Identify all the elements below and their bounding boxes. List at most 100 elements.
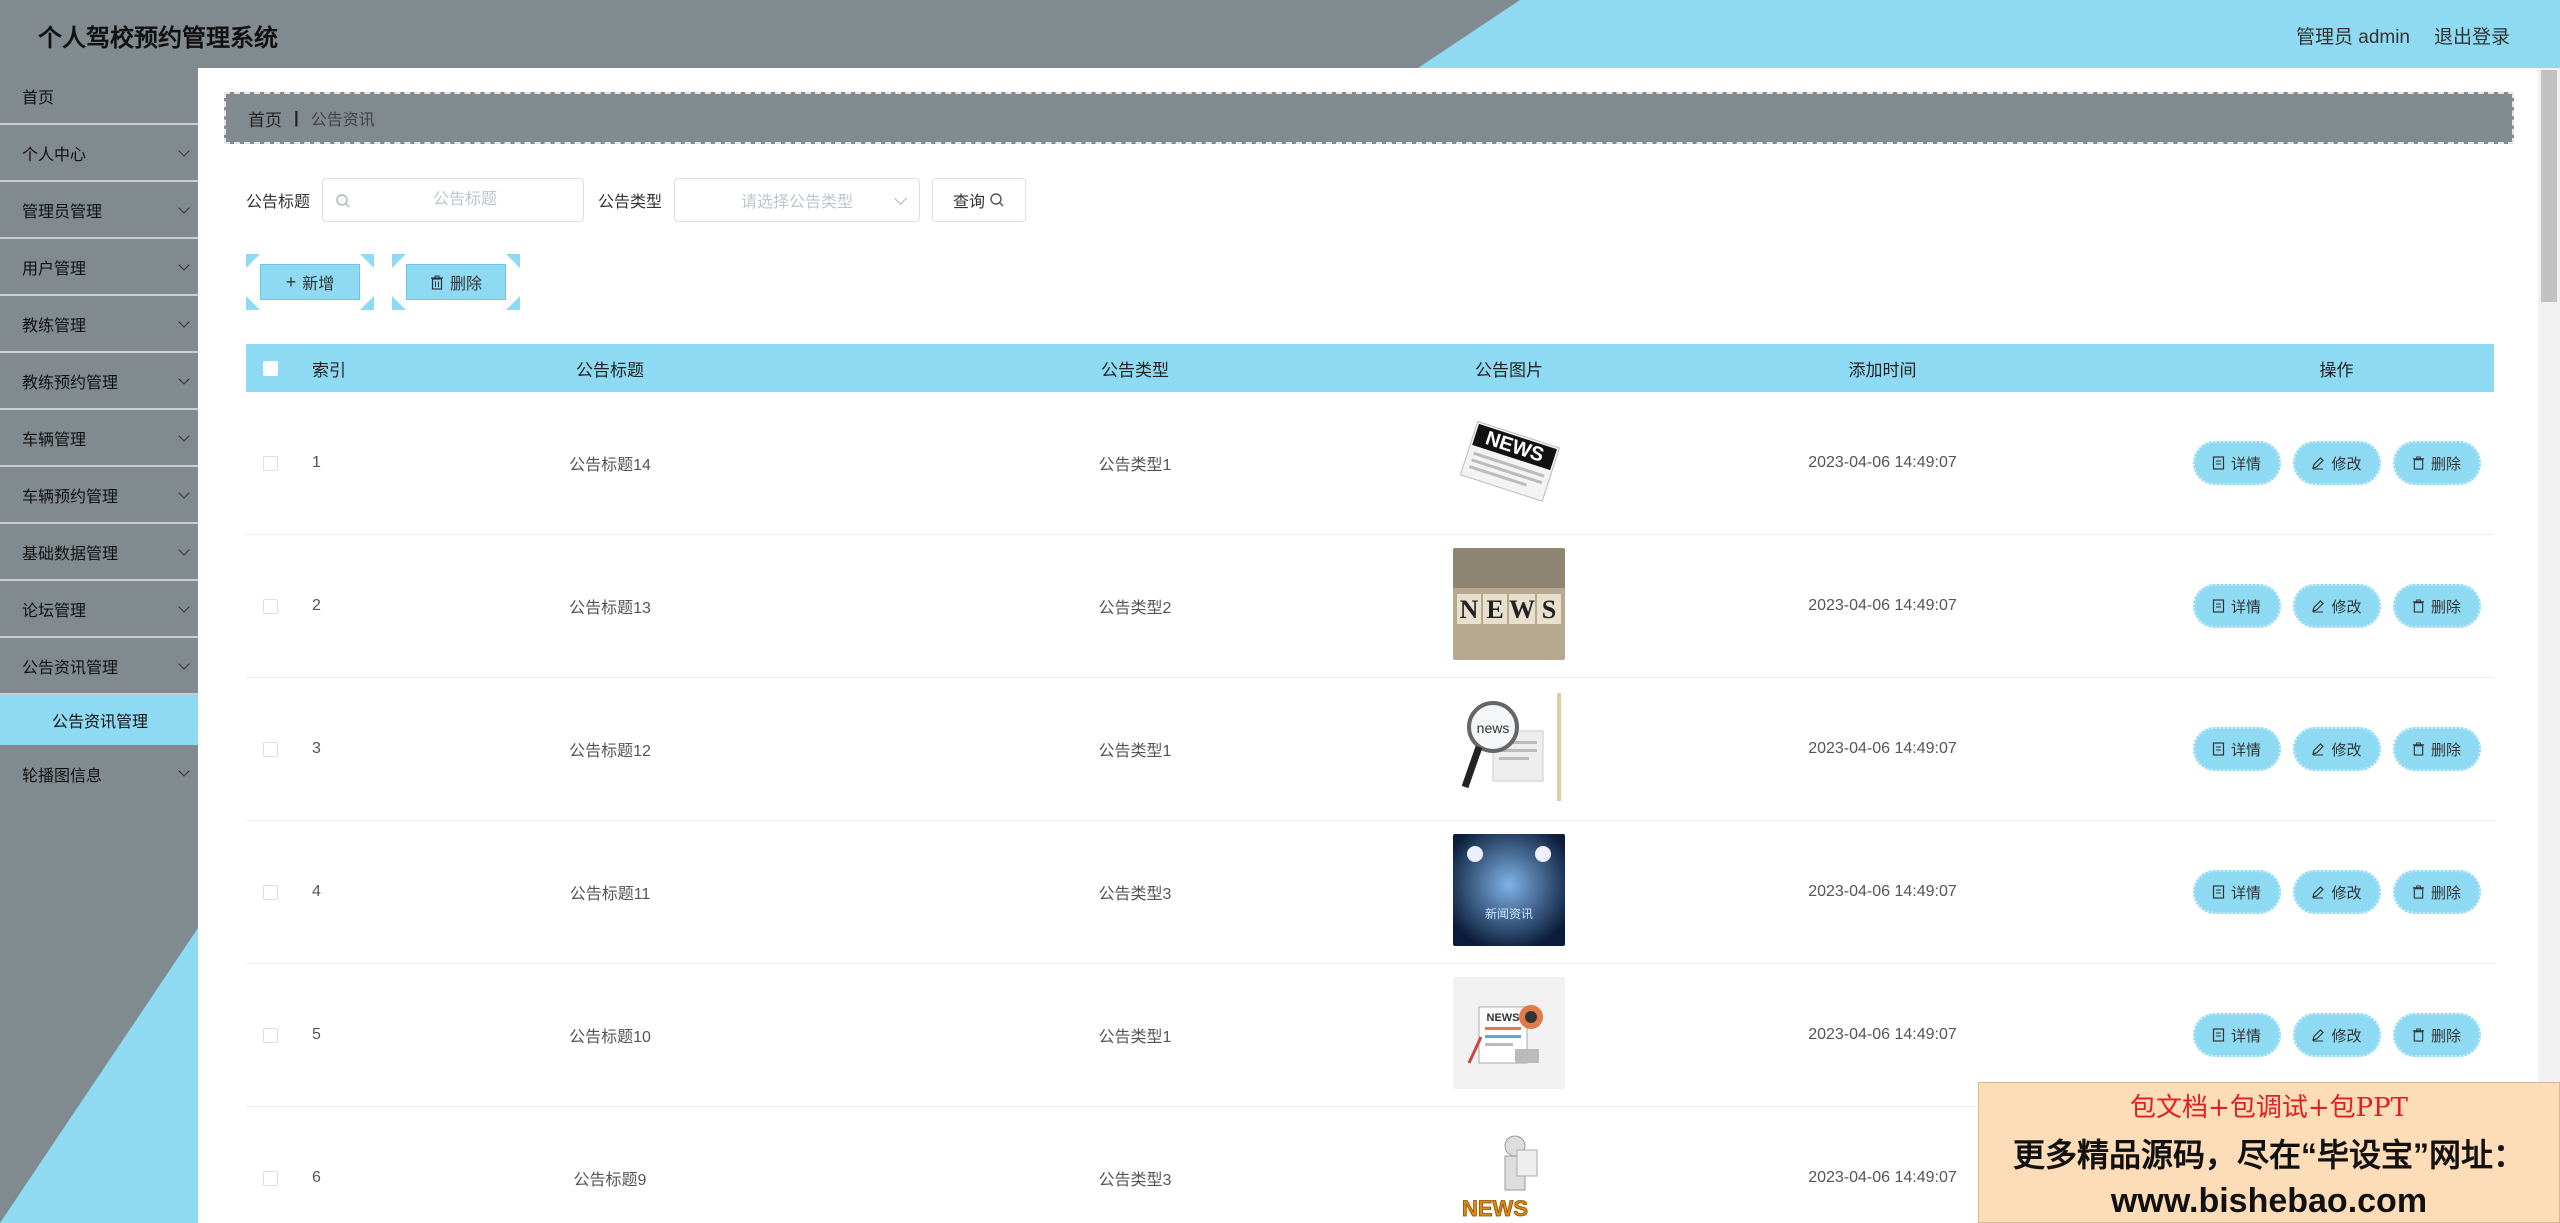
table-header: 索引 公告标题 公告类型 公告图片 添加时间 操作 bbox=[246, 344, 2494, 392]
search-form: 公告标题 公告类型 请选择公告类型 查询 bbox=[246, 178, 1027, 222]
edit-icon bbox=[2312, 457, 2325, 470]
cell-title: 公告标题9 bbox=[573, 1172, 647, 1189]
watermark-banner: 包文档+包调试+包PPT 更多精品源码，尽在“毕设宝”网址： www.bishe… bbox=[1978, 1082, 2560, 1223]
trash-icon bbox=[2412, 1028, 2425, 1042]
row-checkbox[interactable] bbox=[262, 884, 278, 900]
sidebar-item-label: 车辆管理 bbox=[22, 431, 87, 449]
add-button[interactable]: + 新增 bbox=[246, 254, 374, 310]
sidebar-item-carousel[interactable]: 轮播图信息 bbox=[0, 745, 198, 802]
cell-ops: 详情 修改 删除 bbox=[2179, 441, 2494, 485]
trash-icon bbox=[430, 275, 443, 290]
col-header-image: 公告图片 bbox=[1475, 360, 1543, 380]
chevron-down-icon bbox=[178, 544, 190, 556]
header-check-cell bbox=[246, 360, 294, 376]
breadcrumb: 首页 | 公告资讯 bbox=[224, 92, 2514, 144]
news-magnifier-image: news bbox=[1453, 690, 1565, 808]
sidebar-item-vehicle-booking[interactable]: 车辆预约管理 bbox=[0, 467, 198, 524]
edit-button[interactable]: 修改 bbox=[2292, 1013, 2381, 1057]
sidebar-item-news-mgmt[interactable]: 公告资讯管理 bbox=[0, 638, 198, 695]
sidebar-item-coach-mgmt[interactable]: 教练管理 bbox=[0, 296, 198, 353]
row-checkbox[interactable] bbox=[262, 1027, 278, 1043]
delete-button[interactable]: 删除 bbox=[2392, 870, 2481, 914]
row-checkbox[interactable] bbox=[262, 598, 278, 614]
detail-button[interactable]: 详情 bbox=[2192, 1013, 2281, 1057]
detail-button[interactable]: 详情 bbox=[2192, 584, 2281, 628]
row-checkbox[interactable] bbox=[262, 455, 278, 471]
chevron-down-icon bbox=[894, 192, 907, 205]
chevron-down-icon bbox=[178, 202, 190, 214]
delete-button[interactable]: 删除 bbox=[2392, 441, 2481, 485]
cell-index: 2 bbox=[312, 597, 321, 614]
search-icon bbox=[336, 194, 350, 208]
sidebar-menu: 首页 个人中心 管理员管理 用户管理 教练管理 教练预约管理 车辆管理 车辆预约… bbox=[0, 68, 198, 802]
logout-link[interactable]: 退出登录 bbox=[2434, 22, 2510, 49]
title-search-input[interactable] bbox=[365, 191, 566, 209]
row-check-cell bbox=[246, 598, 294, 614]
svg-text:N: N bbox=[1460, 595, 1479, 624]
type-select[interactable]: 请选择公告类型 bbox=[674, 178, 921, 222]
sidebar-subitem-news-mgmt[interactable]: 公告资讯管理 bbox=[0, 695, 198, 745]
sidebar-item-admin-mgmt[interactable]: 管理员管理 bbox=[0, 182, 198, 239]
breadcrumb-home[interactable]: 首页 bbox=[248, 106, 282, 131]
cell-title: 公告标题12 bbox=[569, 743, 651, 760]
sidebar-item-coach-booking[interactable]: 教练预约管理 bbox=[0, 353, 198, 410]
sidebar-item-label: 首页 bbox=[22, 89, 55, 107]
select-all-checkbox[interactable] bbox=[262, 360, 278, 376]
sidebar-item-home[interactable]: 首页 bbox=[0, 68, 198, 125]
scrollbar-thumb[interactable] bbox=[2541, 70, 2557, 302]
col-header-type: 公告类型 bbox=[1101, 360, 1169, 380]
edit-button[interactable]: 修改 bbox=[2292, 584, 2381, 628]
table-row: 3 公告标题12 公告类型1 news 2023-04-06 14:49:07 详情 修改 删… bbox=[246, 678, 2494, 821]
cell-time: 2023-04-06 14:49:07 bbox=[1808, 883, 1957, 900]
edit-button[interactable]: 修改 bbox=[2292, 441, 2381, 485]
detail-button[interactable]: 详情 bbox=[2192, 441, 2281, 485]
delete-button-label: 删除 bbox=[2430, 884, 2461, 902]
delete-button[interactable]: 删除 bbox=[2392, 1013, 2481, 1057]
table-row: 2 公告标题13 公告类型2 N E W S 2023-04-06 14:49:07 详情 修改 删… bbox=[246, 535, 2494, 678]
detail-button-label: 详情 bbox=[2230, 1027, 2261, 1045]
cell-time: 2023-04-06 14:49:07 bbox=[1808, 1026, 1957, 1043]
batch-delete-button[interactable]: 删除 bbox=[392, 254, 520, 310]
row-checkbox[interactable] bbox=[262, 1170, 278, 1186]
col-header-title: 公告标题 bbox=[576, 360, 644, 380]
document-icon bbox=[2212, 1028, 2225, 1042]
main-content: 首页 | 公告资讯 公告标题 公告类型 请选择公告类型 查询 + 新增 bbox=[198, 68, 2538, 1223]
title-search-box bbox=[322, 178, 585, 222]
cell-image: NEWS bbox=[1432, 547, 1586, 665]
sidebar-item-personal-center[interactable]: 个人中心 bbox=[0, 125, 198, 182]
news-blocks-image: NEWS bbox=[1453, 547, 1565, 665]
batch-delete-label: 删除 bbox=[449, 276, 482, 293]
sidebar-item-user-mgmt[interactable]: 用户管理 bbox=[0, 239, 198, 296]
sidebar-item-vehicle-mgmt[interactable]: 车辆管理 bbox=[0, 410, 198, 467]
delete-button-label: 删除 bbox=[2430, 455, 2461, 473]
chevron-down-icon bbox=[178, 316, 190, 328]
row-checkbox[interactable] bbox=[262, 741, 278, 757]
trash-icon bbox=[2412, 885, 2425, 899]
edit-button-label: 修改 bbox=[2331, 455, 2362, 473]
delete-button[interactable]: 删除 bbox=[2392, 727, 2481, 771]
sidebar-item-forum-mgmt[interactable]: 论坛管理 bbox=[0, 581, 198, 638]
stage-thumb-caption: 新闻资讯 bbox=[1485, 906, 1533, 921]
edit-button[interactable]: 修改 bbox=[2292, 727, 2381, 771]
svg-text:E: E bbox=[1486, 595, 1503, 624]
detail-button-label: 详情 bbox=[2230, 741, 2261, 759]
detail-button[interactable]: 详情 bbox=[2192, 870, 2281, 914]
chevron-down-icon bbox=[178, 145, 190, 157]
delete-button[interactable]: 删除 bbox=[2392, 584, 2481, 628]
query-button[interactable]: 查询 bbox=[932, 178, 1027, 222]
document-icon bbox=[2212, 885, 2225, 899]
edit-icon bbox=[2312, 600, 2325, 613]
edit-button[interactable]: 修改 bbox=[2292, 870, 2381, 914]
col-header-ops: 操作 bbox=[2319, 360, 2354, 380]
sidebar-item-label: 用户管理 bbox=[22, 260, 87, 278]
vertical-scrollbar[interactable] bbox=[2538, 68, 2560, 1223]
cell-type: 公告类型1 bbox=[1098, 743, 1172, 760]
sidebar-item-base-data[interactable]: 基础数据管理 bbox=[0, 524, 198, 581]
type-select-placeholder: 请选择公告类型 bbox=[741, 194, 854, 211]
svg-text:news: news bbox=[1477, 720, 1510, 736]
cell-image: 新闻资讯 bbox=[1432, 833, 1586, 951]
cell-time: 2023-04-06 14:49:07 bbox=[1808, 597, 1957, 614]
cell-index: 6 bbox=[312, 1169, 321, 1186]
detail-button[interactable]: 详情 bbox=[2192, 727, 2281, 771]
document-icon bbox=[2212, 599, 2225, 613]
